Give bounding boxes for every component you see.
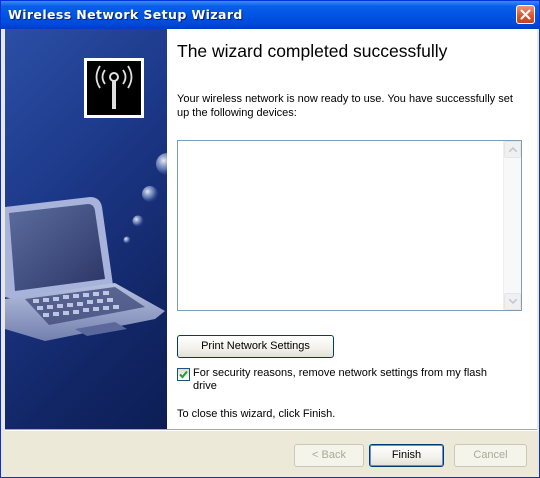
finish-button-label: Finish (391, 449, 422, 461)
closing-instructions: To close this wizard, click Finish. (177, 408, 336, 420)
page-title: The wizard completed successfully (177, 41, 448, 61)
footer-divider-highlight (5, 430, 537, 431)
wizard-content: The wizard completed successfully Your w… (167, 29, 537, 429)
wizard-window: Wireless Network Setup Wizard The wizard… (0, 0, 540, 478)
back-button-label: < Back (312, 449, 346, 461)
checkmark-icon (179, 370, 188, 379)
devices-list[interactable] (177, 140, 522, 311)
cancel-button-label: Cancel (473, 449, 508, 461)
devices-scrollbar[interactable] (503, 141, 521, 310)
wizard-side-panel (5, 29, 167, 429)
scroll-up-button[interactable] (504, 141, 521, 158)
close-button[interactable] (516, 5, 535, 24)
remove-settings-label: For security reasons, remove network set… (193, 367, 488, 392)
cancel-button[interactable]: Cancel (454, 444, 527, 467)
scroll-down-button[interactable] (504, 293, 521, 310)
scroll-up-arrow-icon (509, 147, 517, 152)
intro-text: Your wireless network is now ready to us… (177, 93, 513, 119)
print-button-label: Print Network Settings (201, 340, 310, 352)
print-network-settings-button[interactable]: Print Network Settings (177, 335, 334, 358)
finish-button[interactable]: Finish (369, 444, 444, 467)
remove-settings-checkbox[interactable] (177, 368, 190, 381)
close-icon (520, 9, 531, 20)
title-bar[interactable]: Wireless Network Setup Wizard (1, 1, 539, 29)
scroll-down-arrow-icon (509, 299, 517, 304)
wireless-antenna-icon (84, 58, 144, 118)
back-button[interactable]: < Back (294, 444, 364, 467)
window-title: Wireless Network Setup Wizard (8, 7, 243, 22)
side-panel-illustration (5, 58, 167, 341)
